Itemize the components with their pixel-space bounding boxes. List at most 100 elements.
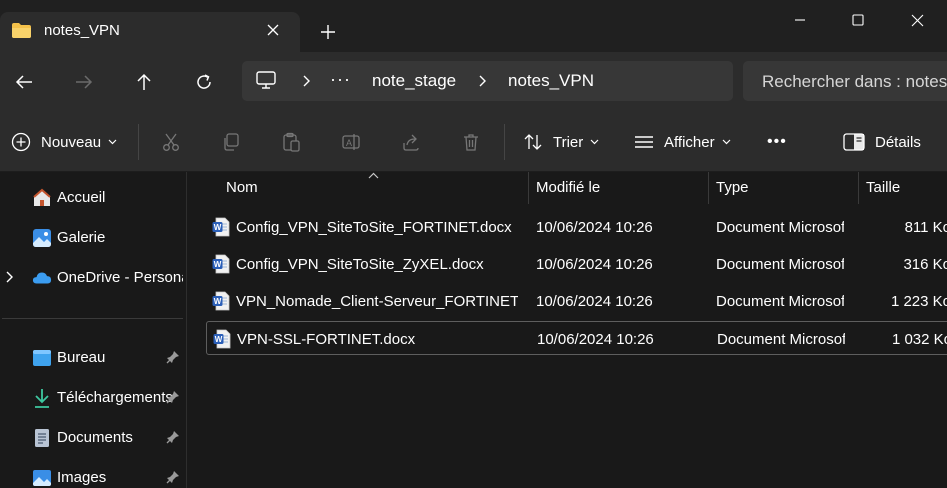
cut-icon[interactable] (159, 130, 183, 154)
close-tab-icon[interactable] (264, 21, 282, 39)
svg-text:A: A (346, 138, 352, 148)
file-size: 316 Ko (903, 256, 947, 273)
command-bar: Nouveau A Trier Afficher ••• Détails (0, 112, 947, 172)
svg-text:W: W (214, 223, 222, 232)
file-list: Nom Modifié le Type Taille W Config_VPN_S… (188, 172, 947, 488)
file-type: Document Microsoft Word (716, 219, 844, 236)
table-row[interactable]: W Config_VPN_SiteToSite_FORTINET.docx 10/0… (206, 210, 947, 244)
copy-icon[interactable] (219, 130, 243, 154)
toolbar-divider (504, 124, 505, 160)
column-header-row: Nom Modifié le Type Taille (188, 172, 947, 204)
sort-ascending-icon (368, 172, 379, 179)
sidebar-item-downloads[interactable]: Téléchargements (0, 380, 187, 416)
new-tab-button[interactable] (318, 22, 338, 42)
sidebar-item-onedrive[interactable]: OneDrive - Personal (0, 260, 187, 296)
paste-icon[interactable] (279, 130, 303, 154)
sidebar-item-home[interactable]: Accueil (0, 180, 187, 216)
file-size: 1 032 Ko (891, 331, 947, 348)
file-modified: 10/06/2024 10:26 (536, 256, 653, 273)
pin-icon[interactable] (166, 350, 180, 364)
list-view-icon (635, 136, 653, 148)
folder-icon (12, 23, 31, 38)
chevron-right-icon[interactable] (476, 74, 490, 88)
chevron-down-icon (590, 139, 599, 145)
address-row: ··· note_stage notes_VPN Rechercher dans… (0, 52, 947, 112)
svg-text:W: W (214, 297, 222, 306)
table-row[interactable]: W VPN-SSL-FORTINET.docx 10/06/2024 10:26 Do… (206, 321, 947, 355)
forward-arrow-icon[interactable] (72, 70, 96, 94)
gallery-icon (32, 228, 52, 248)
refresh-icon[interactable] (192, 70, 216, 94)
address-bar[interactable]: ··· note_stage notes_VPN (242, 61, 733, 101)
pin-icon[interactable] (166, 470, 180, 484)
word-document-icon: W (213, 329, 231, 349)
breadcrumb-overflow-button[interactable]: ··· (330, 69, 351, 90)
file-modified: 10/06/2024 10:26 (536, 293, 653, 310)
share-icon[interactable] (399, 130, 423, 154)
maximize-icon[interactable] (846, 8, 870, 32)
svg-text:W: W (214, 260, 222, 269)
breadcrumb-notes-vpn[interactable]: notes_VPN (508, 71, 594, 91)
table-row[interactable]: W VPN_Nomade_Client-Serveur_FORTINET... 10… (206, 284, 947, 318)
sidebar-item-label: Accueil (57, 189, 106, 206)
new-button[interactable]: Nouveau (11, 130, 117, 154)
new-button-label: Nouveau (41, 133, 102, 151)
toolbar-divider (138, 124, 139, 160)
chevron-right-icon[interactable] (6, 271, 14, 283)
table-row[interactable]: W Config_VPN_SiteToSite_ZyXEL.docx 10/06/2… (206, 247, 947, 281)
home-icon (32, 188, 52, 208)
file-name: Config_VPN_SiteToSite_FORTINET.docx (236, 219, 512, 236)
delete-icon[interactable] (459, 130, 483, 154)
sidebar-item-desktop[interactable]: Bureau (0, 340, 187, 376)
word-document-icon: W (212, 254, 230, 274)
title-bar: notes_VPN (0, 0, 947, 52)
column-divider[interactable] (858, 172, 859, 204)
sidebar-item-label: Galerie (57, 229, 106, 246)
chevron-right-icon[interactable] (300, 74, 314, 88)
images-icon (32, 468, 52, 488)
column-header-size[interactable]: Taille (866, 179, 900, 196)
pin-icon[interactable] (166, 390, 180, 404)
file-size: 1 223 Ko (890, 293, 947, 310)
tab-notes-vpn[interactable]: notes_VPN (0, 12, 300, 52)
pin-icon[interactable] (166, 430, 180, 444)
file-type: Document Microsoft Word (716, 293, 844, 310)
navigation-pane: Accueil Galerie OneDrive - Personal Bure… (0, 172, 187, 488)
chevron-down-icon (108, 139, 117, 145)
view-button[interactable]: Afficher (634, 130, 731, 154)
file-modified: 10/06/2024 10:26 (537, 331, 654, 348)
file-name: Config_VPN_SiteToSite_ZyXEL.docx (236, 256, 484, 273)
column-divider[interactable] (528, 172, 529, 204)
more-options-button[interactable]: ••• (767, 130, 787, 154)
column-header-name[interactable]: Nom (226, 179, 258, 196)
sidebar-item-images[interactable]: Images (0, 460, 187, 488)
column-divider[interactable] (708, 172, 709, 204)
column-header-modified[interactable]: Modifié le (536, 179, 600, 196)
computer-icon (256, 71, 276, 89)
file-size: 811 Ko (904, 219, 947, 236)
sidebar-item-gallery[interactable]: Galerie (0, 220, 187, 256)
details-button[interactable]: Détails (843, 130, 921, 154)
sort-button[interactable]: Trier (523, 130, 599, 154)
sort-arrows-icon (524, 134, 542, 150)
minimize-icon[interactable] (788, 8, 812, 32)
sort-button-label: Trier (553, 133, 584, 151)
back-arrow-icon[interactable] (12, 70, 36, 94)
up-arrow-icon[interactable] (132, 70, 156, 94)
file-type: Document Microsoft Word (716, 256, 844, 273)
rename-icon[interactable]: A (339, 130, 363, 154)
sidebar-item-documents[interactable]: Documents (0, 420, 187, 456)
details-button-label: Détails (875, 133, 921, 151)
close-window-icon[interactable] (905, 8, 929, 32)
sidebar-item-label: Bureau (57, 349, 106, 366)
sidebar-item-label: Téléchargements (57, 389, 173, 406)
more-options-label: ••• (767, 133, 787, 150)
breadcrumb-note-stage[interactable]: note_stage (372, 71, 456, 91)
file-modified: 10/06/2024 10:26 (536, 219, 653, 236)
column-header-type[interactable]: Type (716, 179, 749, 196)
search-input[interactable]: Rechercher dans : notes_VPN (743, 61, 947, 101)
file-name: VPN_Nomade_Client-Serveur_FORTINET... (236, 293, 518, 310)
word-document-icon: W (212, 291, 230, 311)
download-icon (32, 388, 52, 408)
desktop-icon (32, 348, 52, 368)
